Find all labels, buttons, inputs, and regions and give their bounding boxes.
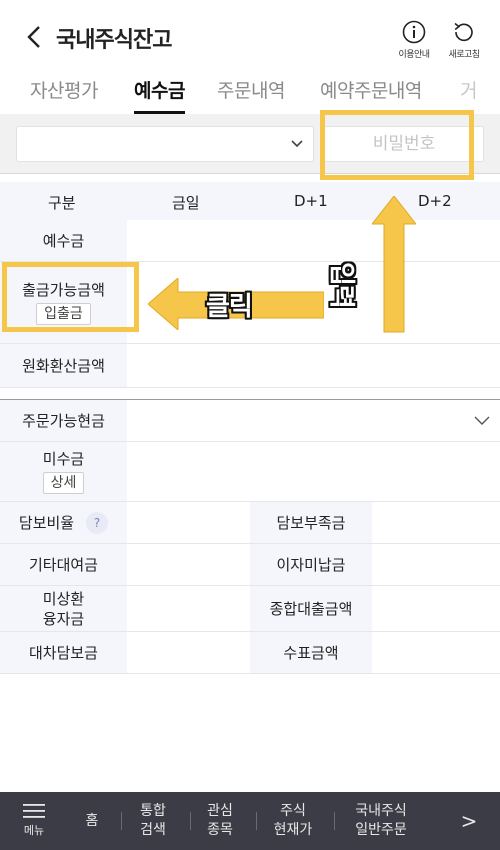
- hamburger-menu-icon: [23, 803, 45, 818]
- table-row: 예수금: [0, 220, 500, 262]
- nav-separator: [121, 812, 122, 830]
- nav-search-label-2: 검색: [140, 822, 166, 838]
- back-arrow-icon[interactable]: [24, 22, 44, 52]
- table-row: 원화환산금액: [0, 344, 500, 388]
- detail-button[interactable]: 상세: [42, 472, 85, 494]
- nav-home-label: 홈: [85, 812, 99, 829]
- nav-search-label-1: 통합: [140, 803, 166, 819]
- row-label-total-loan: 종합대출금액: [250, 586, 372, 631]
- row-label-unpaid-financing-2: 융자금: [42, 609, 85, 628]
- nav-domestic-order[interactable]: 국내주식 일반주문: [336, 792, 426, 850]
- nav-integrated-search[interactable]: 통합 검색: [124, 792, 182, 850]
- nav-watchlist[interactable]: 관심 종목: [192, 792, 248, 850]
- nav-separator: [190, 812, 191, 830]
- refresh-label: 새로고침: [448, 50, 480, 60]
- table-row: 대차담보금 수표금액: [0, 632, 500, 674]
- row-label-unpaid-financing-cell: 미상환 융자금: [0, 586, 127, 631]
- account-select[interactable]: [16, 126, 314, 162]
- table-header: 구분 금일 D+1 D+2: [0, 182, 500, 220]
- row-label-collateral-ratio: 담보비율: [18, 513, 75, 532]
- info-button[interactable]: 이용안내: [387, 20, 441, 66]
- row-label-unpaid-financing-1: 미상환: [42, 589, 85, 608]
- orderable-cash-row[interactable]: 주문가능현금: [0, 400, 500, 442]
- row-label-deposit: 예수금: [0, 220, 127, 261]
- nav-separator: [256, 812, 257, 830]
- nav-menu-label: 메뉴: [23, 823, 45, 837]
- table-row: 미상환 융자금 종합대출금액: [0, 586, 500, 632]
- row-label-stock-lending-collateral: 대차담보금: [0, 632, 127, 673]
- row-label-uncollected: 미수금: [42, 450, 85, 468]
- column-header-d1: D+1: [294, 192, 328, 210]
- column-header-category: 구분: [48, 194, 76, 212]
- nav-stock-price[interactable]: 주식 현재가: [258, 792, 328, 850]
- nav-watch-label-1: 관심: [207, 803, 233, 819]
- table-row: 담보비율 ? 담보부족금: [0, 502, 500, 544]
- nav-order-label-2: 일반주문: [355, 822, 407, 838]
- withdrawable-highlight-box: [2, 262, 139, 332]
- nav-home[interactable]: 홈: [70, 792, 114, 850]
- table-row: 기타대여금 이자미납금: [0, 544, 500, 586]
- column-header-today: 금일: [172, 194, 200, 212]
- tab-deposit[interactable]: 예수금: [134, 76, 185, 116]
- row-label-other-loan: 기타대여금: [0, 544, 127, 585]
- chevron-down-icon: [291, 140, 303, 148]
- refresh-button[interactable]: 새로고침: [437, 20, 491, 66]
- nav-price-label-1: 주식: [280, 803, 306, 819]
- help-icon[interactable]: ?: [86, 511, 109, 534]
- row-label-krw-converted: 원화환산금액: [0, 344, 127, 387]
- refresh-icon: [454, 22, 473, 42]
- row-label-collateral-shortage: 담보부족금: [250, 502, 372, 543]
- chevron-right-icon: >: [460, 808, 478, 833]
- row-label-check-amount: 수표금액: [250, 632, 372, 673]
- nav-next-button[interactable]: >: [444, 792, 494, 850]
- info-icon: [402, 20, 426, 44]
- password-highlight-box: [320, 110, 474, 180]
- tab-asset-valuation[interactable]: 자산평가: [30, 76, 98, 116]
- click-callout: 클릭: [206, 292, 253, 322]
- nav-price-label-2: 현재가: [273, 822, 313, 838]
- nav-order-label-1: 국내주식: [355, 803, 407, 819]
- page-title: 국내주식잔고: [56, 28, 172, 53]
- column-header-d2: D+2: [418, 192, 452, 210]
- arrow-up-icon: [372, 196, 416, 333]
- chevron-down-icon[interactable]: [474, 414, 490, 426]
- nav-separator: [334, 812, 335, 830]
- table-row: 미수금 상세: [0, 442, 500, 502]
- row-label-orderable-cash: 주문가능현금: [0, 400, 127, 441]
- nav-menu[interactable]: 메뉴: [6, 792, 62, 850]
- row-label-unpaid-interest: 이자미납금: [250, 544, 372, 585]
- tab-order-history[interactable]: 주문내역: [217, 76, 285, 116]
- info-label: 이용안내: [398, 50, 430, 60]
- header: 국내주식잔고 이용안내 새로고침: [0, 0, 500, 72]
- row-label-collateral-ratio-cell: 담보비율 ?: [0, 502, 127, 543]
- input-callout: 입력: [326, 262, 356, 308]
- nav-watch-label-2: 종목: [207, 822, 233, 838]
- bottom-nav: 메뉴 홈 통합 검색 관심 종목 주식 현재가 국내주식 일반주문 >: [0, 792, 500, 850]
- row-label-uncollected-cell: 미수금 상세: [0, 442, 127, 501]
